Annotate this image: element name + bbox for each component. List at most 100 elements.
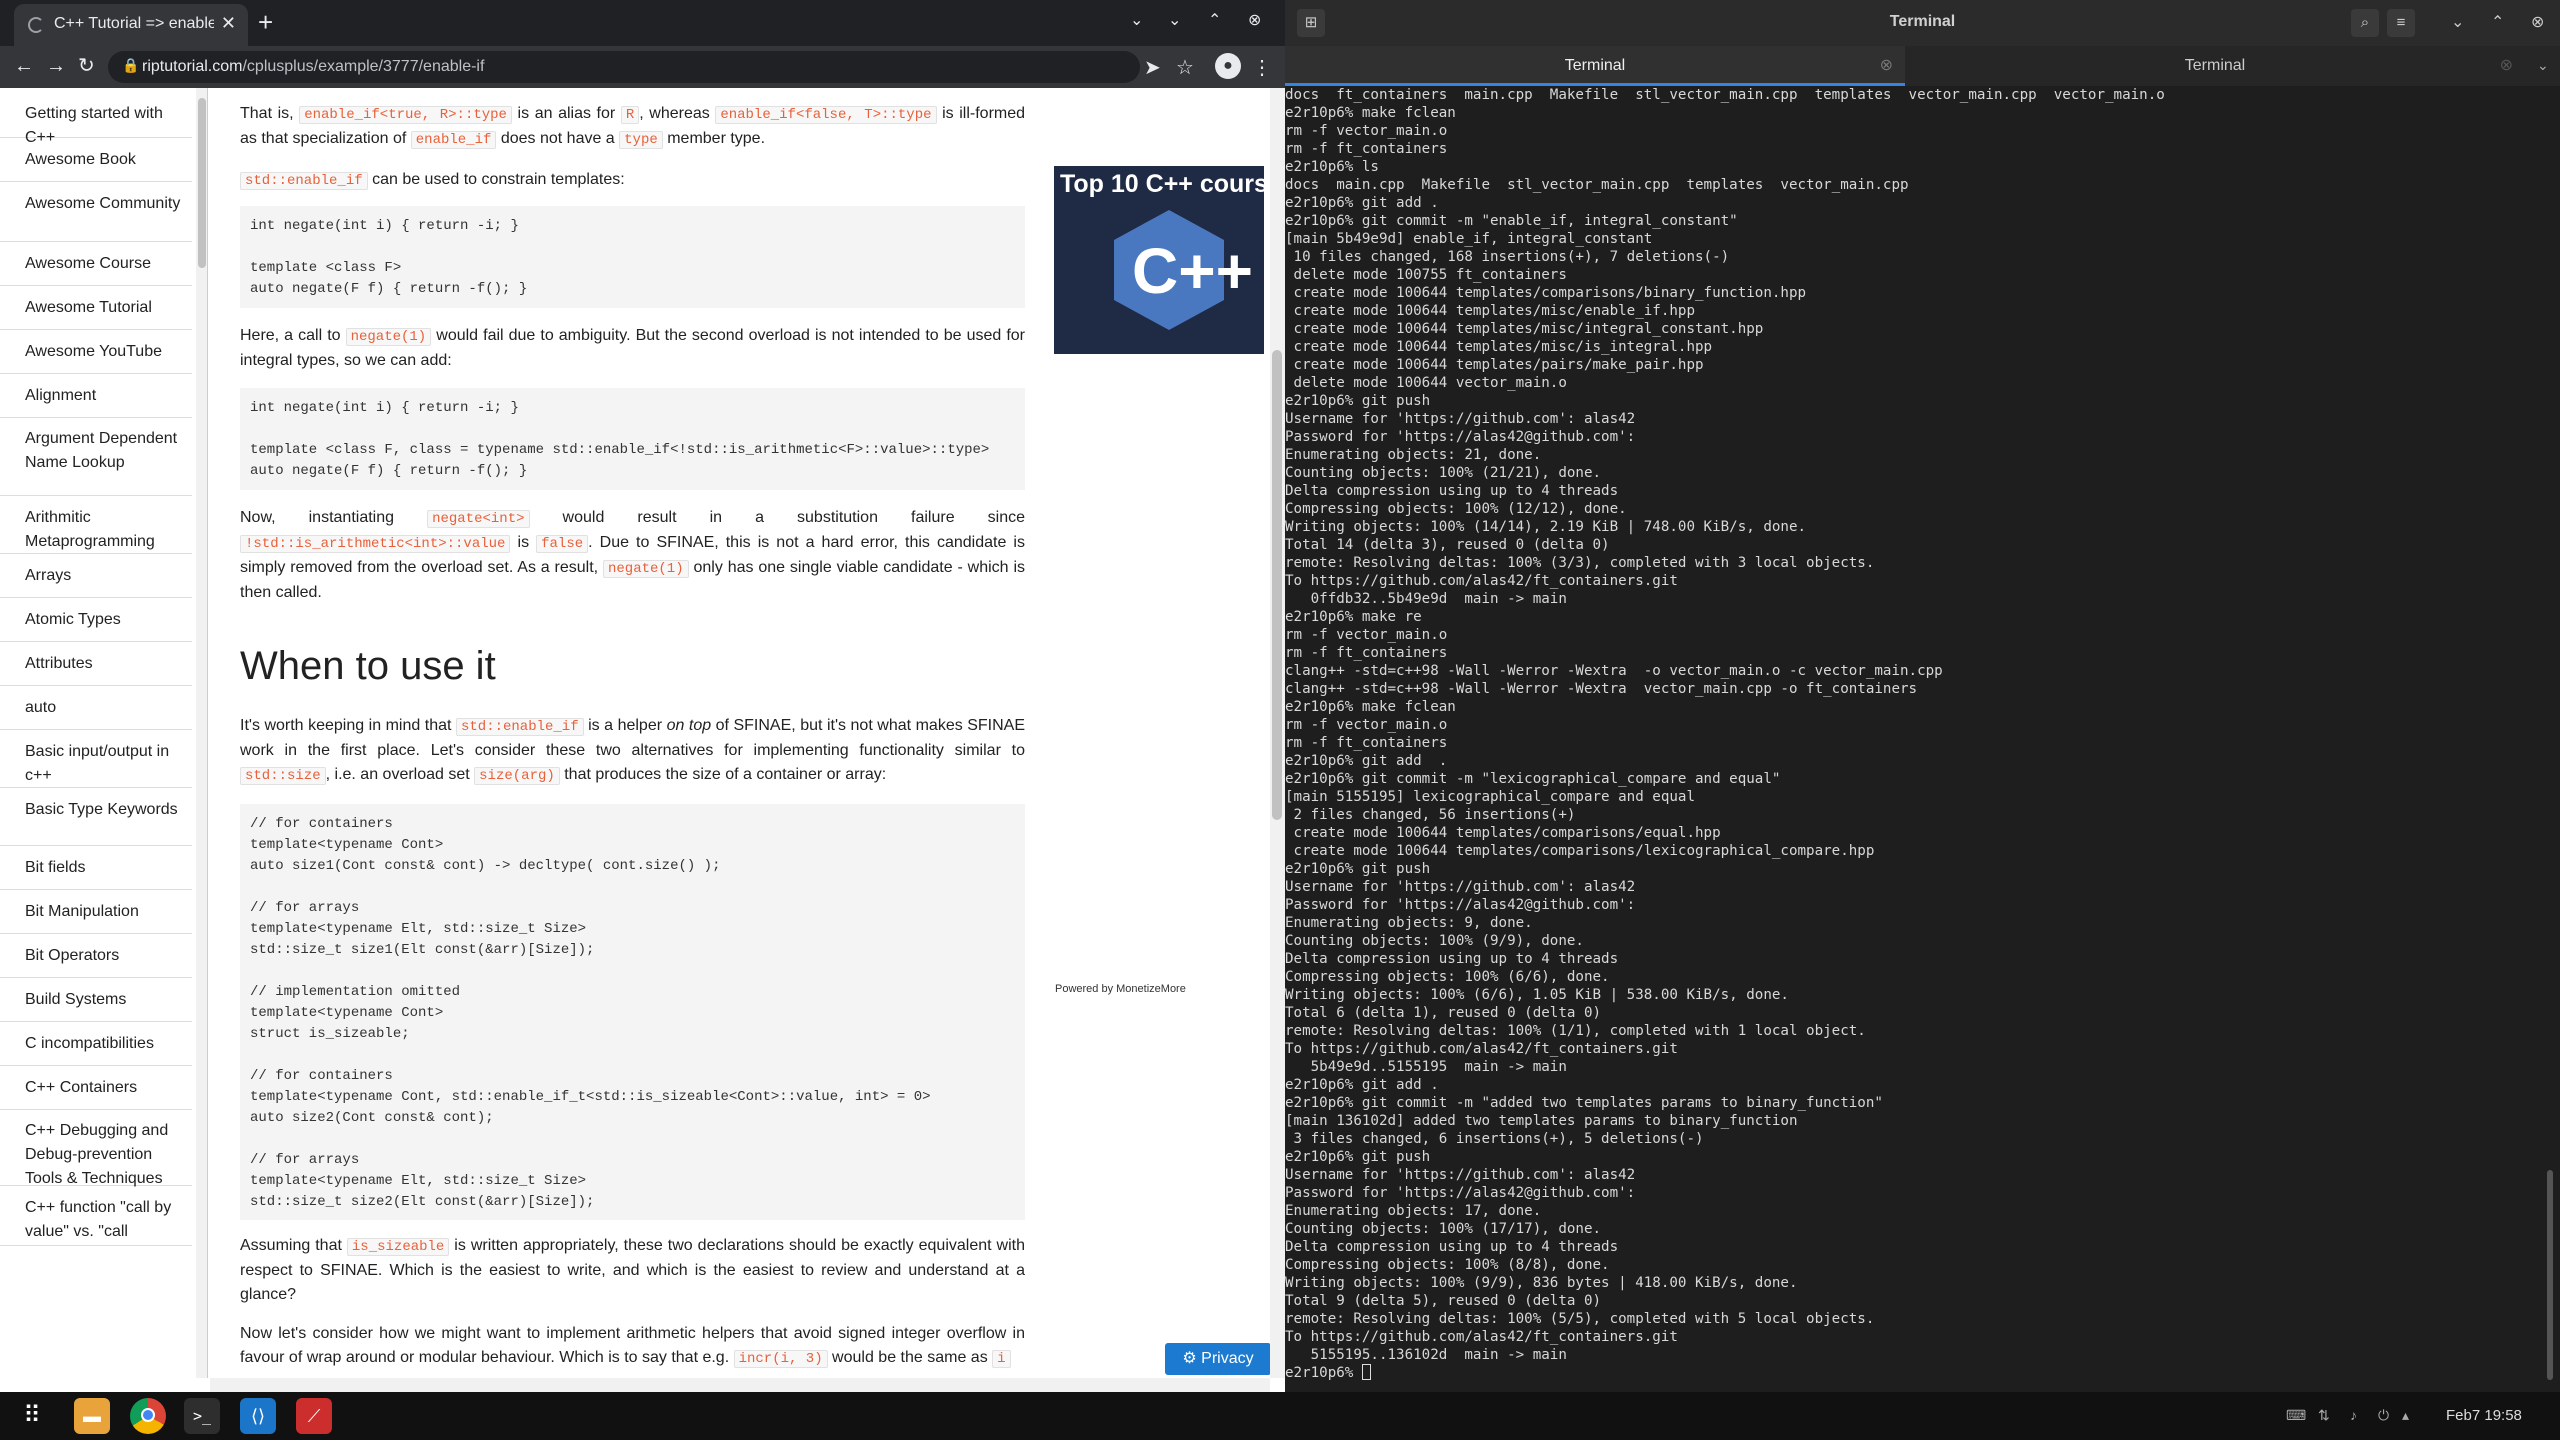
- sidebar-item[interactable]: Getting started with C++: [0, 92, 192, 146]
- sidebar-item-label: Alignment: [25, 387, 97, 404]
- sidebar-item[interactable]: Atomic Types: [0, 598, 192, 642]
- close-tab-icon[interactable]: ⊗: [1880, 46, 1893, 86]
- page-scroll-thumb[interactable]: [1272, 350, 1282, 820]
- sidebar-item-label: Bit fields: [25, 859, 86, 876]
- chrome-icon[interactable]: [130, 1398, 166, 1434]
- paragraph: It's worth keeping in mind that std::ena…: [240, 717, 1026, 785]
- terminal-tab-active[interactable]: Terminal ⊗: [1285, 46, 1905, 86]
- terminal-cursor: [1361, 1364, 1371, 1380]
- back-icon[interactable]: ←: [14, 55, 34, 77]
- sidebar-item[interactable]: Arithmitic Metaprogramming: [0, 496, 192, 554]
- sidebar-item-label: C++ Debugging and Debug-prevention Tools…: [25, 1122, 169, 1187]
- clock[interactable]: Feb7 19:58: [2446, 1407, 2522, 1424]
- sidebar-scroll-thumb[interactable]: [198, 98, 206, 268]
- terminal-tab[interactable]: Terminal ⊗: [1905, 46, 2525, 86]
- sidebar-item[interactable]: Basic Type Keywords: [0, 788, 192, 846]
- tab-label: Terminal: [2184, 57, 2246, 74]
- sidebar-item-label: C++ function "call by value" vs. "call: [25, 1199, 172, 1240]
- privacy-label: Privacy: [1201, 1350, 1254, 1367]
- search-icon[interactable]: ⌕: [2351, 9, 2379, 37]
- sidebar-item[interactable]: Awesome Book: [0, 138, 192, 182]
- sidebar-item[interactable]: Bit fields: [0, 846, 192, 890]
- sidebar-item-label: Basic Type Keywords: [25, 801, 178, 818]
- ad-logo-text: C++: [1132, 235, 1253, 307]
- reload-icon[interactable]: ↻: [78, 55, 95, 77]
- power-icon[interactable]: ⏻: [2378, 1407, 2389, 1424]
- horizontal-scrollbar[interactable]: [210, 1378, 1270, 1392]
- close-tab-icon[interactable]: ⊗: [2500, 46, 2513, 86]
- sidebar-item[interactable]: C++ function "call by value" vs. "call: [0, 1186, 192, 1246]
- sidebar-item-label: Build Systems: [25, 991, 127, 1008]
- terminal-icon[interactable]: >_: [184, 1398, 220, 1434]
- terminal-scrollbar[interactable]: [2547, 1170, 2553, 1380]
- ad-banner[interactable]: Top 10 C++ cours C++: [1054, 166, 1264, 354]
- minimize-icon[interactable]: ⌄: [2451, 12, 2464, 32]
- privacy-button[interactable]: ⚙ Privacy: [1165, 1343, 1270, 1375]
- keyboard-icon[interactable]: ⌨: [2286, 1407, 2306, 1424]
- sidebar-item-label: Atomic Types: [25, 611, 121, 628]
- close-tab-icon[interactable]: ✕: [221, 13, 236, 34]
- send-icon[interactable]: ➤: [1144, 55, 1161, 80]
- sidebar-item[interactable]: Build Systems: [0, 978, 192, 1022]
- code-block: int negate(int i) { return -i; } templat…: [240, 206, 1025, 308]
- tab-title: C++ Tutorial => enable_if: [54, 15, 214, 32]
- sidebar-item[interactable]: C++ Debugging and Debug-prevention Tools…: [0, 1110, 192, 1187]
- sidebar-item[interactable]: Basic input/output in c++: [0, 730, 192, 788]
- tray-arrow-icon[interactable]: ▴: [2402, 1407, 2409, 1424]
- terminal-output[interactable]: docs ft_containers main.cpp Makefile stl…: [1285, 86, 2540, 1392]
- network-icon[interactable]: ⇅: [2318, 1407, 2330, 1424]
- sidebar-item[interactable]: Bit Operators: [0, 934, 192, 978]
- sidebar-item[interactable]: Arrays: [0, 554, 192, 598]
- sidebar-item[interactable]: Awesome Tutorial: [0, 286, 192, 330]
- profile-avatar-icon[interactable]: ●: [1215, 53, 1241, 79]
- new-tab-button[interactable]: +: [258, 8, 273, 36]
- paragraph: std::enable_if can be used to constrain …: [240, 168, 1025, 193]
- minimize-icon[interactable]: ⌄: [1168, 10, 1181, 30]
- vscode-icon[interactable]: ⟨⟩: [240, 1398, 276, 1434]
- sidebar-item-label: C incompatibilities: [25, 1035, 154, 1052]
- sidebar-item[interactable]: Awesome Community: [0, 182, 192, 242]
- sidebar-item[interactable]: Alignment: [0, 374, 192, 418]
- sidebar-item-label: Arrays: [25, 567, 72, 584]
- code-block: // for containers template<typename Cont…: [240, 804, 1025, 1220]
- sidebar-item-label: Awesome Course: [25, 255, 151, 272]
- tab-search-icon[interactable]: ⌄: [1130, 10, 1143, 30]
- sidebar-scrollbar[interactable]: [196, 88, 207, 1378]
- maximize-icon[interactable]: ⌃: [2491, 12, 2504, 32]
- sidebar-item-label: Attributes: [25, 655, 93, 672]
- terminal-header: ⊞ Terminal ⌕ ≡ ⌄ ⌃ ⊗: [1285, 0, 2560, 46]
- article-content: That is, enable_if<true, R>::type is an …: [210, 88, 1270, 1378]
- sidebar-item[interactable]: Attributes: [0, 642, 192, 686]
- paragraph: Now, instantiating negate<int> would res…: [240, 509, 1026, 601]
- hamburger-menu-icon[interactable]: ≡: [2387, 9, 2415, 37]
- sidebar-item[interactable]: Awesome YouTube: [0, 330, 192, 374]
- maximize-icon[interactable]: ⌃: [1208, 10, 1221, 30]
- files-icon[interactable]: ▬: [74, 1398, 110, 1434]
- close-icon[interactable]: ⊗: [2531, 12, 2544, 32]
- address-bar[interactable]: 🔒 riptutorial.com/cplusplus/example/3777…: [108, 51, 1140, 83]
- sidebar-item-label: auto: [25, 699, 57, 716]
- taskbar: ⠿ ▬ >_ ⟨⟩ ⟋ ⌨ ⇅ ♪ ⏻ ▴ Feb7 19:58: [0, 1392, 2560, 1440]
- forward-icon[interactable]: →: [46, 55, 66, 77]
- browser-toolbar: ← → ↻ 🔒 riptutorial.com/cplusplus/exampl…: [0, 46, 1285, 88]
- sidebar-item[interactable]: Bit Manipulation: [0, 890, 192, 934]
- sidebar-item[interactable]: Argument Dependent Name Lookup: [0, 418, 192, 496]
- menu-kebab-icon[interactable]: ⋮: [1252, 55, 1272, 80]
- url-text: riptutorial.com/cplusplus/example/3777/e…: [142, 58, 485, 75]
- sidebar-item[interactable]: auto: [0, 686, 192, 730]
- lock-icon: 🔒: [122, 57, 140, 73]
- bookmark-star-icon[interactable]: ☆: [1176, 55, 1194, 80]
- tab-overflow-icon[interactable]: ⌄: [2537, 57, 2549, 74]
- browser-tab[interactable]: C++ Tutorial => enable_if ✕: [14, 4, 248, 46]
- sidebar-item[interactable]: C++ Containers: [0, 1066, 192, 1110]
- ad-attribution[interactable]: Powered by MonetizeMore: [1055, 983, 1186, 995]
- app-grid-icon[interactable]: ⠿: [14, 1398, 50, 1434]
- sidebar-item[interactable]: Awesome Course: [0, 242, 192, 286]
- tab-label: Terminal: [1564, 57, 1626, 74]
- close-window-icon[interactable]: ⊗: [1248, 10, 1261, 30]
- sidebar-item[interactable]: C incompatibilities: [0, 1022, 192, 1066]
- app-icon[interactable]: ⟋: [296, 1398, 332, 1434]
- terminal-text: docs ft_containers main.cpp Makefile stl…: [1285, 87, 2165, 1363]
- desktop: C++ Tutorial => enable_if ✕ + ⌄ ⌄ ⌃ ⊗ ← …: [0, 0, 2560, 1440]
- volume-icon[interactable]: ♪: [2350, 1407, 2357, 1423]
